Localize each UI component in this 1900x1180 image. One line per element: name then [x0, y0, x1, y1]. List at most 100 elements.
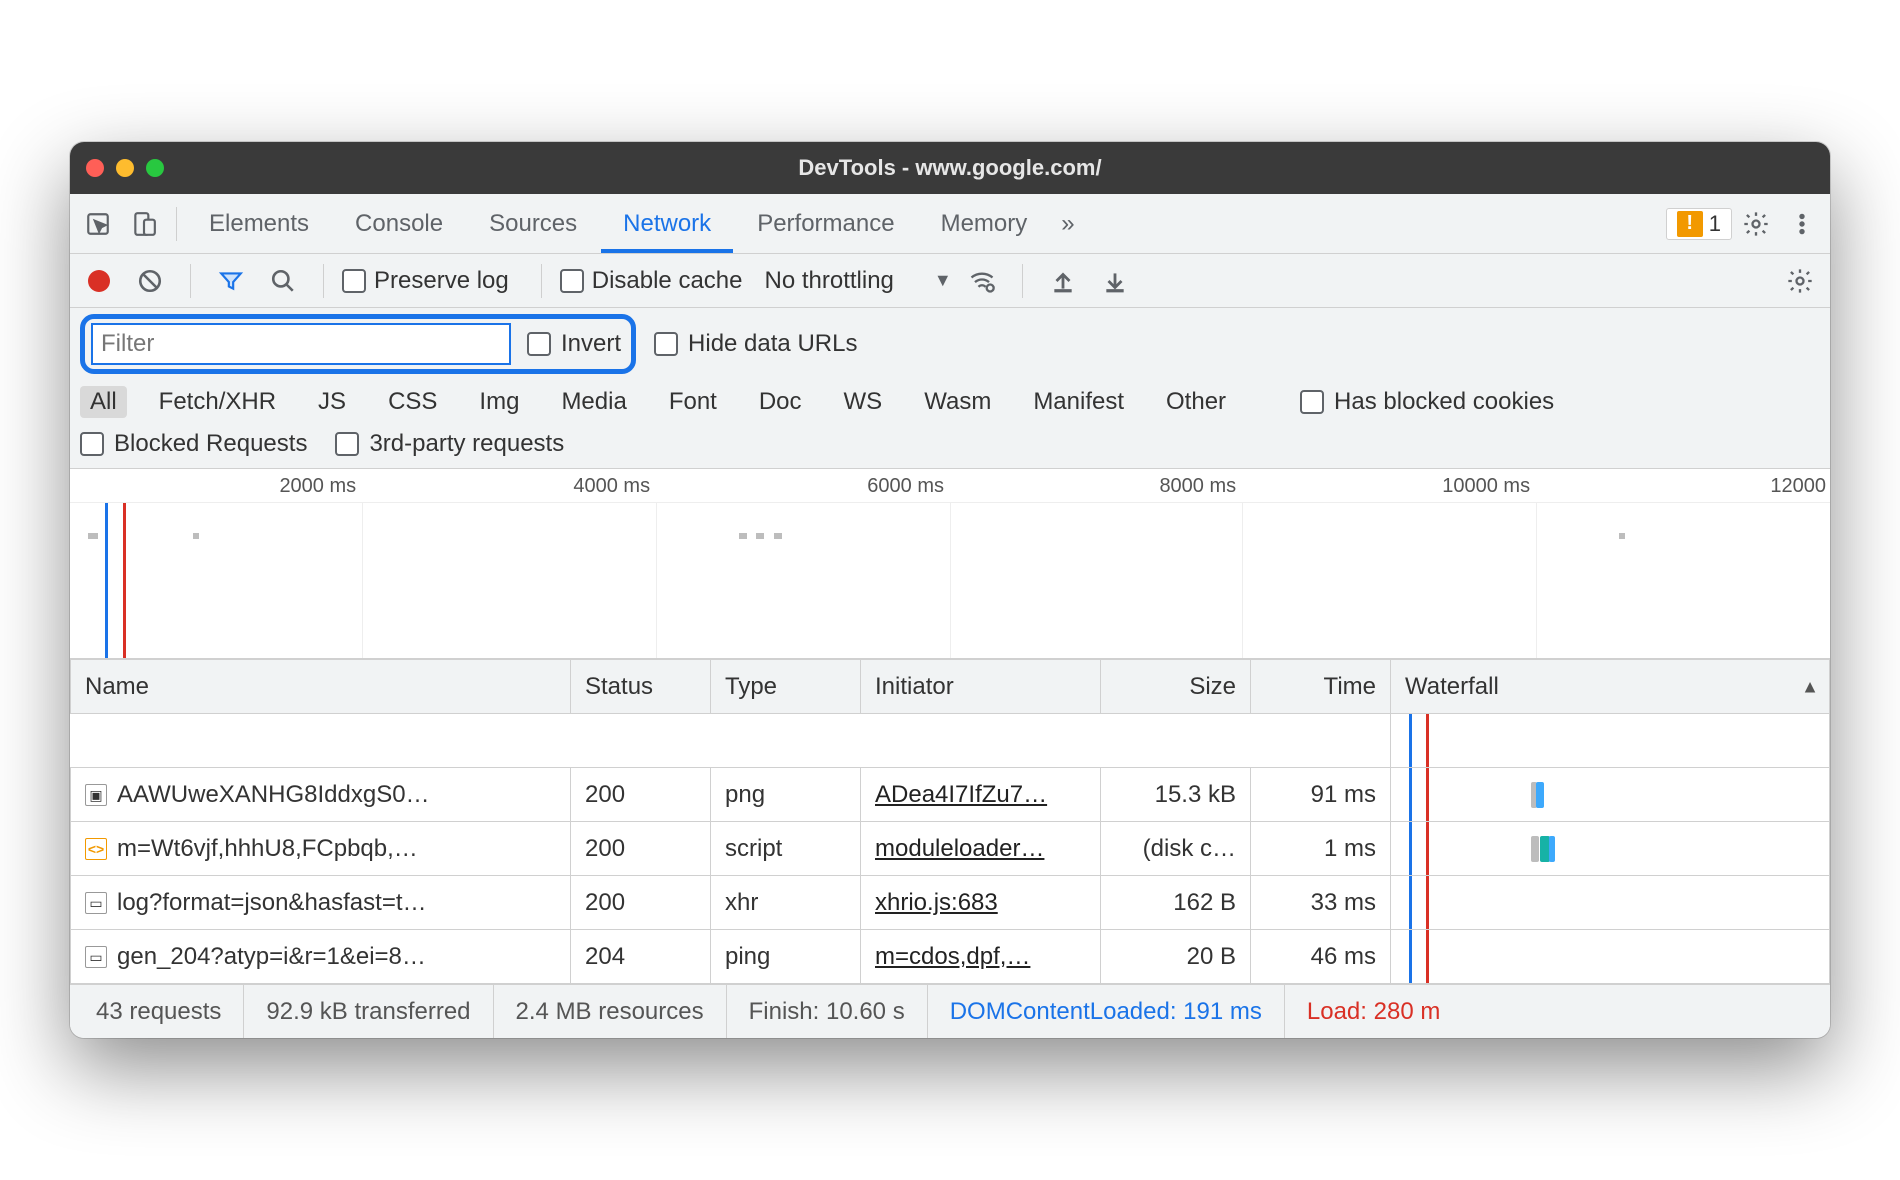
third-party-label: 3rd-party requests — [369, 430, 564, 458]
dcl-marker — [105, 503, 108, 658]
status-bar: 43 requests 92.9 kB transferred 2.4 MB r… — [70, 984, 1830, 1038]
type-filter-other[interactable]: Other — [1156, 386, 1236, 418]
issues-badge[interactable]: ! 1 — [1666, 208, 1732, 240]
network-toolbar: Preserve log Disable cache No throttling… — [70, 254, 1830, 308]
warning-icon: ! — [1677, 211, 1703, 237]
tick-label: 10000 ms — [1442, 475, 1536, 498]
hide-data-urls-checkbox[interactable] — [654, 332, 678, 356]
kebab-menu-icon[interactable] — [1780, 202, 1824, 246]
tick-label: 12000 — [1770, 475, 1826, 498]
type-filter-font[interactable]: Font — [659, 386, 727, 418]
timeline-overview[interactable]: 2000 ms 4000 ms 6000 ms 8000 ms 10000 ms… — [70, 469, 1830, 659]
separator — [1022, 264, 1023, 298]
tab-sources[interactable]: Sources — [467, 194, 599, 253]
status-transferred: 92.9 kB transferred — [244, 985, 493, 1038]
table-row[interactable]: <>m=Wt6vjf,hhhU8,FCpbqb,… 200 script mod… — [71, 822, 1830, 876]
third-party-checkbox[interactable] — [335, 432, 359, 456]
initiator-link[interactable]: moduleloader… — [875, 835, 1044, 862]
has-blocked-cookies-label: Has blocked cookies — [1334, 388, 1554, 416]
panel-tabs: Elements Console Sources Network Perform… — [70, 194, 1830, 254]
table-header-row: Name Status Type Initiator Size Time Wat… — [71, 660, 1830, 714]
blocked-requests-checkbox[interactable] — [80, 432, 104, 456]
initiator-link[interactable]: ADea4I7IfZu7… — [875, 781, 1047, 808]
status-domcontentloaded: DOMContentLoaded: 191 ms — [928, 985, 1285, 1038]
search-icon[interactable] — [261, 259, 305, 303]
type-filter-media[interactable]: Media — [551, 386, 636, 418]
throttling-select[interactable]: No throttling ▼ — [764, 267, 951, 295]
window-title: DevTools - www.google.com/ — [70, 155, 1830, 181]
tick-label: 6000 ms — [867, 475, 950, 498]
tab-elements[interactable]: Elements — [187, 194, 331, 253]
filter-highlight-box: Invert — [80, 314, 636, 374]
network-settings-icon[interactable] — [1778, 259, 1822, 303]
document-file-icon: ▭ — [85, 946, 107, 968]
disable-cache-label: Disable cache — [592, 267, 743, 295]
minimize-window-button[interactable] — [116, 159, 134, 177]
col-name[interactable]: Name — [71, 660, 571, 714]
separator — [190, 264, 191, 298]
type-filter-img[interactable]: Img — [469, 386, 529, 418]
tabs-overflow-button[interactable]: » — [1051, 194, 1084, 253]
status-requests: 43 requests — [74, 985, 244, 1038]
has-blocked-cookies-checkbox[interactable] — [1300, 390, 1324, 414]
script-file-icon: <> — [85, 838, 107, 860]
separator — [541, 264, 542, 298]
type-filter-css[interactable]: CSS — [378, 386, 447, 418]
settings-icon[interactable] — [1734, 202, 1778, 246]
sort-indicator-icon: ▲ — [1801, 676, 1819, 697]
blocked-requests-label: Blocked Requests — [114, 430, 307, 458]
col-size[interactable]: Size — [1101, 660, 1251, 714]
invert-label: Invert — [561, 330, 621, 358]
filter-icon[interactable] — [209, 259, 253, 303]
invert-checkbox[interactable] — [527, 332, 551, 356]
col-type[interactable]: Type — [711, 660, 861, 714]
requests-table: Name Status Type Initiator Size Time Wat… — [70, 659, 1830, 984]
type-filter-fetchxhr[interactable]: Fetch/XHR — [149, 386, 286, 418]
status-finish: Finish: 10.60 s — [727, 985, 928, 1038]
tab-memory[interactable]: Memory — [919, 194, 1050, 253]
inspect-element-icon[interactable] — [76, 202, 120, 246]
col-status[interactable]: Status — [571, 660, 711, 714]
table-row[interactable]: ▭gen_204?atyp=i&r=1&ei=8… 204 ping m=cdo… — [71, 930, 1830, 984]
type-filter-doc[interactable]: Doc — [749, 386, 812, 418]
document-file-icon: ▭ — [85, 892, 107, 914]
device-toolbar-icon[interactable] — [122, 202, 166, 246]
disable-cache-checkbox[interactable] — [560, 269, 584, 293]
image-file-icon: ▣ — [85, 784, 107, 806]
hide-data-urls-label: Hide data URLs — [688, 330, 857, 358]
maximize-window-button[interactable] — [146, 159, 164, 177]
col-waterfall[interactable]: Waterfall▲ — [1391, 660, 1830, 714]
type-filter-ws[interactable]: WS — [834, 386, 893, 418]
chevron-down-icon: ▼ — [934, 270, 952, 291]
initiator-link[interactable]: xhrio.js:683 — [875, 889, 998, 916]
type-filter-manifest[interactable]: Manifest — [1023, 386, 1134, 418]
tick-label: 8000 ms — [1159, 475, 1242, 498]
devtools-window: DevTools - www.google.com/ Elements Cons… — [70, 142, 1830, 1038]
type-filter-wasm[interactable]: Wasm — [914, 386, 1001, 418]
type-filter-js[interactable]: JS — [308, 386, 356, 418]
table-row[interactable]: ▣AAWUweXANHG8IddxgS0… 200 png ADea4I7IfZ… — [71, 768, 1830, 822]
col-time[interactable]: Time — [1251, 660, 1391, 714]
tick-label: 2000 ms — [279, 475, 362, 498]
tab-performance[interactable]: Performance — [735, 194, 916, 253]
throttling-value: No throttling — [764, 267, 893, 295]
filter-input[interactable] — [91, 323, 511, 365]
import-har-icon[interactable] — [1041, 259, 1085, 303]
close-window-button[interactable] — [86, 159, 104, 177]
status-resources: 2.4 MB resources — [494, 985, 727, 1038]
col-initiator[interactable]: Initiator — [861, 660, 1101, 714]
type-filter-all[interactable]: All — [80, 386, 127, 418]
tab-network[interactable]: Network — [601, 194, 733, 253]
issues-count: 1 — [1709, 211, 1721, 237]
export-har-icon[interactable] — [1093, 259, 1137, 303]
record-button[interactable] — [88, 270, 110, 292]
separator — [323, 264, 324, 298]
status-load: Load: 280 m — [1285, 985, 1826, 1038]
clear-icon[interactable] — [128, 259, 172, 303]
initiator-link[interactable]: m=cdos,dpf,… — [875, 943, 1030, 970]
tab-console[interactable]: Console — [333, 194, 465, 253]
preserve-log-checkbox[interactable] — [342, 269, 366, 293]
table-row[interactable]: ▭log?format=json&hasfast=t… 200 xhr xhri… — [71, 876, 1830, 930]
network-conditions-icon[interactable] — [960, 259, 1004, 303]
load-marker — [123, 503, 126, 658]
